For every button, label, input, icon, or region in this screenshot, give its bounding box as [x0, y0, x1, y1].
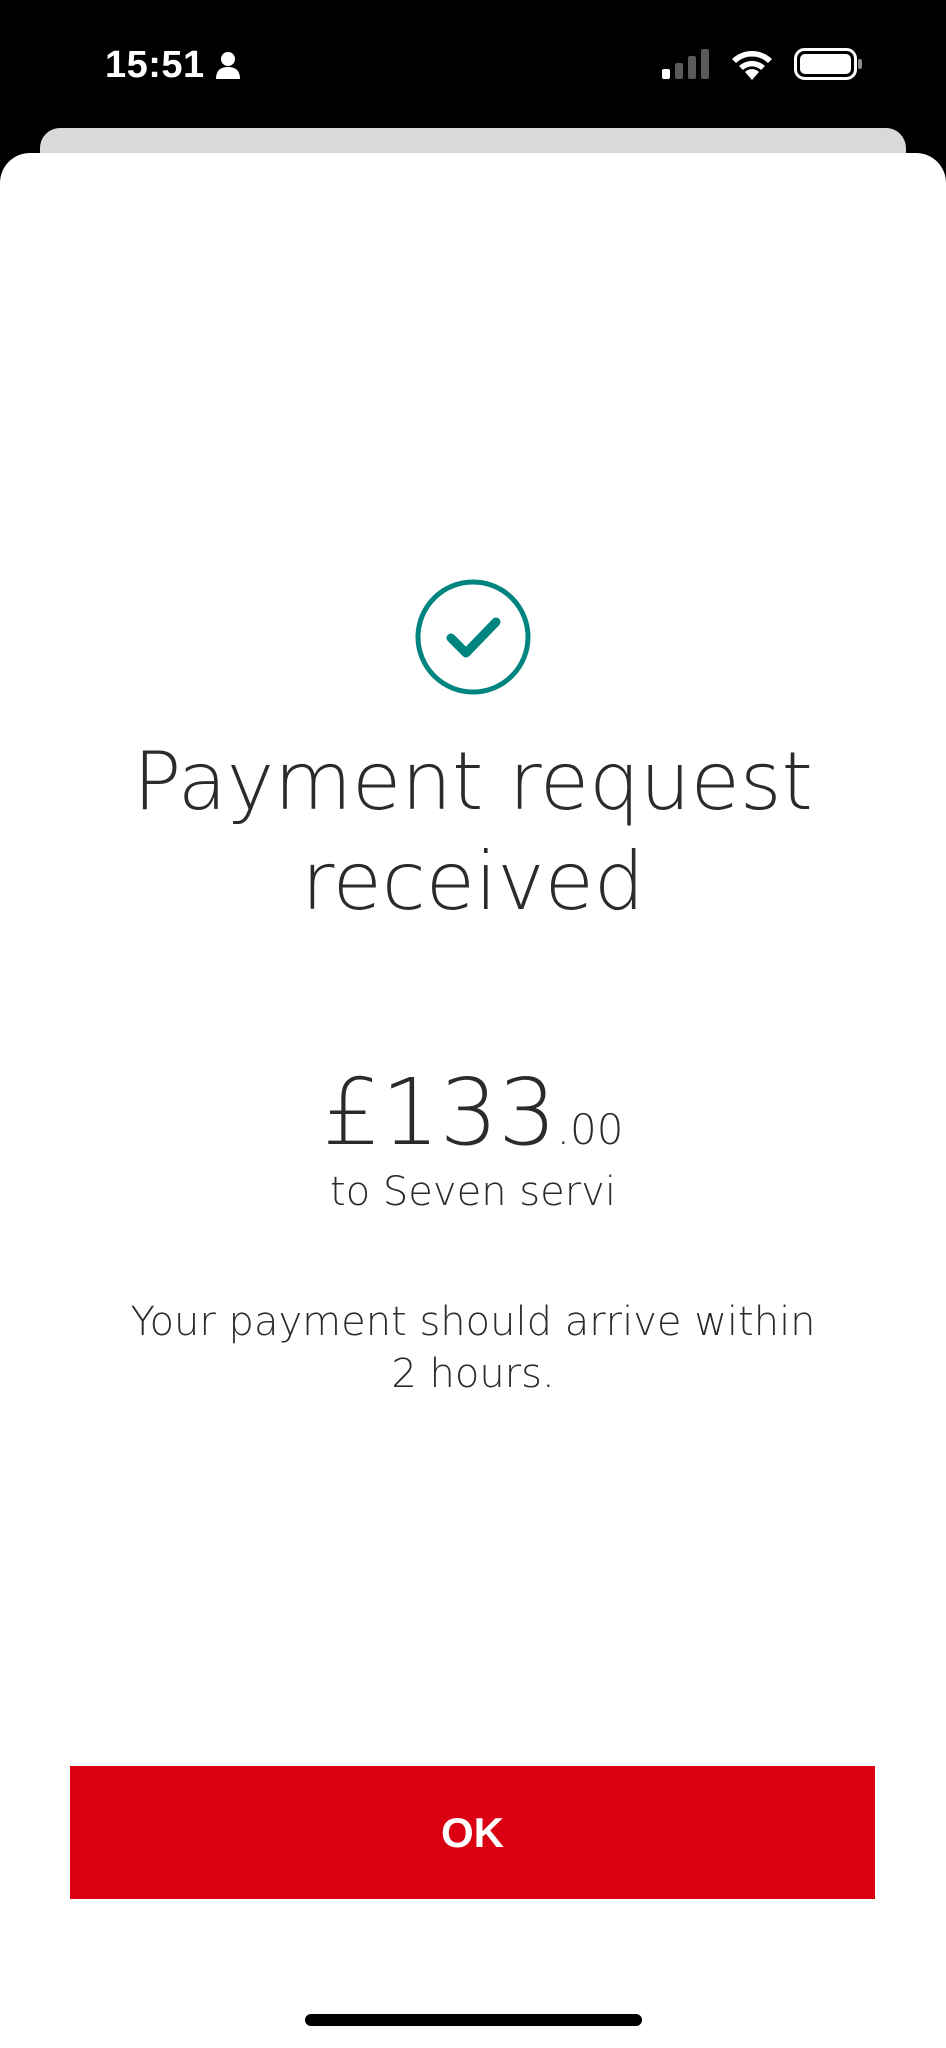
recipient-text: to Seven servi	[330, 1169, 616, 1215]
amount-minor: .00	[556, 1105, 624, 1154]
wifi-icon	[732, 51, 772, 80]
home-indicator[interactable]	[305, 2014, 642, 2026]
title-line-1: Payment request	[133, 735, 813, 828]
status-time-group: 15:51	[105, 38, 241, 92]
check-circle-icon	[415, 579, 531, 695]
cellular-signal-icon	[662, 49, 709, 79]
arrival-message: Your payment should arrive within 2 hour…	[123, 1296, 823, 1400]
person-icon	[215, 52, 240, 79]
message-line-1: Your payment should arrive within	[130, 1299, 816, 1345]
amount-main: £133	[322, 1059, 557, 1166]
battery-icon	[794, 48, 862, 80]
status-bar: 15:51	[0, 0, 946, 130]
ok-button[interactable]: OK	[70, 1766, 875, 1899]
status-icons	[662, 44, 864, 84]
status-time: 15:51	[105, 43, 205, 86]
message-line-2: 2 hours.	[391, 1351, 555, 1397]
title-line-2: received	[301, 835, 645, 928]
page-title: Payment request received	[73, 732, 873, 932]
payment-amount: £133.00	[0, 1058, 946, 1168]
